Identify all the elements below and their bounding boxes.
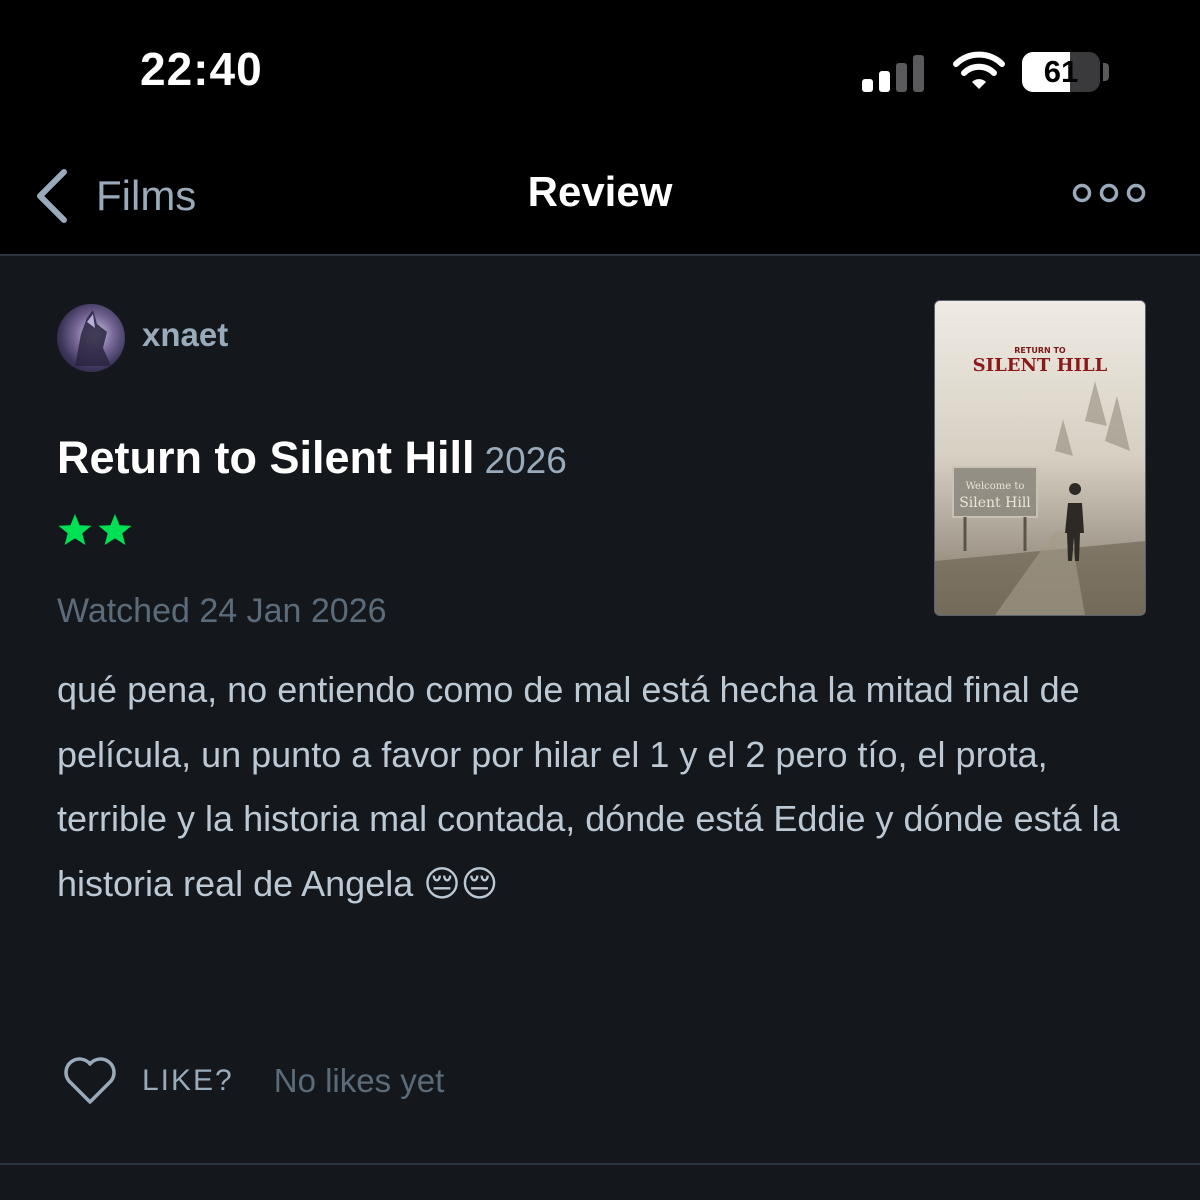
poster-top-small: RETURN TO xyxy=(1014,346,1066,355)
watched-date: Watched 24 Jan 2026 xyxy=(57,592,387,630)
status-bar: 22:40 61 xyxy=(0,0,1200,150)
film-title[interactable]: Return to Silent Hill xyxy=(57,432,475,483)
film-year[interactable]: 2026 xyxy=(485,440,567,481)
battery-nub xyxy=(1103,63,1109,81)
poster-sign-line1: Welcome to xyxy=(966,481,1025,492)
star-icon xyxy=(98,514,132,545)
poster-artwork: RETURN TO SILENT HILL Welcome to Silent … xyxy=(935,301,1145,615)
poster-sign-line2: Silent Hill xyxy=(959,495,1031,511)
navigation-bar: Films Review xyxy=(0,150,1200,256)
wifi-icon xyxy=(953,51,1005,89)
divider xyxy=(0,1163,1200,1165)
more-options-icon[interactable] xyxy=(1072,178,1146,208)
avatar[interactable] xyxy=(57,304,125,372)
battery-percent: 61 xyxy=(1043,54,1079,89)
battery-icon: 61 xyxy=(1022,52,1100,92)
poster-title-text: SILENT HILL xyxy=(973,355,1108,376)
star-icon xyxy=(58,514,92,545)
film-heading: Return to Silent Hill 2026 xyxy=(57,432,567,484)
film-poster[interactable]: RETURN TO SILENT HILL Welcome to Silent … xyxy=(934,300,1146,616)
likes-count: No likes yet xyxy=(273,1062,445,1099)
username[interactable]: xnaet xyxy=(142,316,228,354)
star-rating xyxy=(57,512,133,548)
like-label: LIKE? xyxy=(142,1064,234,1097)
review-body: qué pena, no entiendo como de mal está h… xyxy=(57,669,1120,904)
page-title: Review xyxy=(527,168,673,215)
review-content: xnaet RETURN TO SILENT HILL Welcome to S… xyxy=(0,256,1200,1200)
status-time: 22:40 xyxy=(140,43,263,95)
like-button[interactable]: LIKE? xyxy=(62,1056,234,1106)
heart-icon xyxy=(64,1057,116,1104)
avatar-figure-icon xyxy=(75,310,111,366)
like-row: LIKE? No likes yet xyxy=(62,1056,444,1106)
cellular-signal-icon xyxy=(862,52,926,92)
